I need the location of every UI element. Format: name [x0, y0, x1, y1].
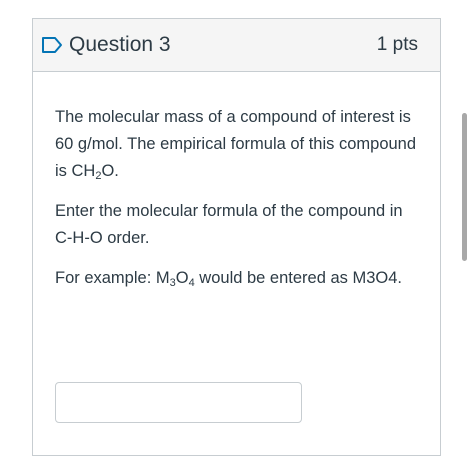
question-title: Question 3: [69, 33, 171, 56]
flag-outline-icon[interactable]: [41, 36, 63, 54]
question-text-part: For example: M: [55, 269, 170, 287]
answer-input[interactable]: [55, 382, 302, 423]
question-text-part: O: [175, 269, 189, 287]
question-text-part: O.: [101, 162, 119, 180]
question-header: Question 3 1 pts: [33, 19, 440, 72]
question-text-part: would be entered as M3O4.: [194, 269, 403, 287]
question-card: Question 3 1 pts The molecular mass of a…: [32, 18, 441, 456]
question-text-paragraph-3: For example: M3O4 would be entered as M3…: [55, 265, 418, 292]
scrollbar[interactable]: [462, 113, 467, 261]
question-text-paragraph-1: The molecular mass of a compound of inte…: [55, 104, 418, 185]
question-text-paragraph-2: Enter the molecular formula of the compo…: [55, 202, 403, 247]
points-label: 1 pts: [376, 34, 418, 55]
question-body: The molecular mass of a compound of inte…: [33, 72, 440, 292]
